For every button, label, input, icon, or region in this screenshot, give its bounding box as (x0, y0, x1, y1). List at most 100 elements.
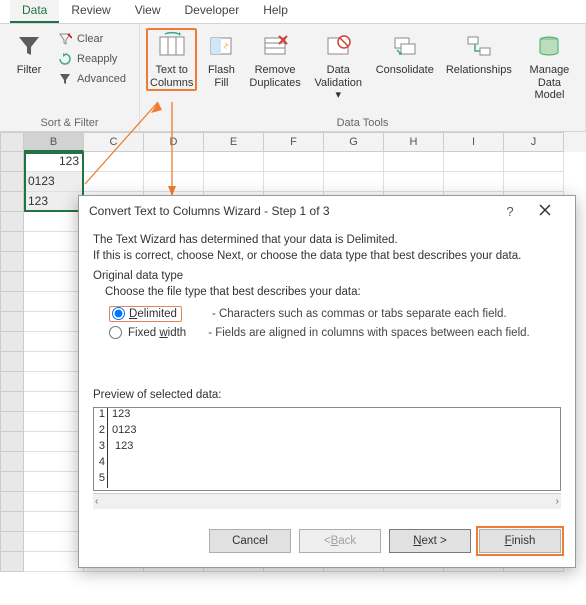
delimited-radio[interactable] (112, 307, 125, 320)
relationships-button[interactable]: Relationships (442, 28, 516, 79)
cell[interactable] (24, 212, 84, 232)
cell[interactable] (264, 172, 324, 192)
row-header[interactable] (0, 372, 24, 392)
help-button[interactable]: ? (495, 204, 525, 219)
cell[interactable] (24, 432, 84, 452)
reapply-icon (57, 51, 73, 67)
row-header[interactable] (0, 452, 24, 472)
tab-help[interactable]: Help (251, 0, 300, 23)
row-header[interactable] (0, 512, 24, 532)
row-header[interactable] (0, 432, 24, 452)
row-header[interactable] (0, 412, 24, 432)
cell[interactable] (24, 252, 84, 272)
text-to-columns-button[interactable]: Text to Columns (146, 28, 197, 91)
cell[interactable] (24, 392, 84, 412)
col-header-f[interactable]: F (264, 132, 324, 152)
reapply-button[interactable]: Reapply (53, 50, 130, 68)
group-label-datatools: Data Tools (337, 115, 389, 129)
row-header[interactable] (0, 212, 24, 232)
cell[interactable] (24, 552, 84, 572)
cell[interactable] (204, 172, 264, 192)
col-header-b[interactable]: B (24, 132, 84, 152)
cell[interactable] (144, 172, 204, 192)
cell[interactable] (24, 332, 84, 352)
cell[interactable] (24, 512, 84, 532)
row-header[interactable] (0, 272, 24, 292)
cell[interactable] (444, 152, 504, 172)
data-validation-button[interactable]: Data Validation ▾ (309, 28, 368, 104)
preview-scrollbar[interactable]: ‹› (93, 493, 561, 509)
close-button[interactable] (525, 204, 565, 219)
row-header[interactable] (0, 172, 24, 192)
cell[interactable] (24, 412, 84, 432)
cell[interactable] (24, 232, 84, 252)
col-header-g[interactable]: G (324, 132, 384, 152)
cell[interactable] (24, 472, 84, 492)
row-header[interactable] (0, 332, 24, 352)
row-header[interactable] (0, 392, 24, 412)
row-header[interactable] (0, 232, 24, 252)
row-header[interactable] (0, 352, 24, 372)
filter-button[interactable]: Filter (9, 28, 49, 79)
col-header-i[interactable]: I (444, 132, 504, 152)
tab-review[interactable]: Review (59, 0, 122, 23)
cell[interactable] (504, 152, 564, 172)
row-header[interactable] (0, 192, 24, 212)
cell[interactable] (24, 532, 84, 552)
tab-view[interactable]: View (123, 0, 173, 23)
clear-button[interactable]: Clear (53, 30, 130, 48)
cell[interactable] (324, 172, 384, 192)
cell[interactable] (24, 272, 84, 292)
advanced-label: Advanced (77, 73, 126, 85)
cell[interactable] (444, 172, 504, 192)
tab-developer[interactable]: Developer (173, 0, 252, 23)
row-header[interactable] (0, 552, 24, 572)
fixed-width-radio[interactable] (109, 326, 122, 339)
row-header[interactable] (0, 472, 24, 492)
select-all-corner[interactable] (0, 132, 24, 152)
cell[interactable] (264, 152, 324, 172)
advanced-button[interactable]: Advanced (53, 70, 130, 88)
row-header[interactable] (0, 252, 24, 272)
row-header[interactable] (0, 292, 24, 312)
col-header-d[interactable]: D (144, 132, 204, 152)
cell[interactable] (24, 312, 84, 332)
preview-row-num: 4 (94, 456, 108, 472)
col-header-h[interactable]: H (384, 132, 444, 152)
next-button[interactable]: Next > (389, 529, 471, 553)
preview-box: 1123 20123 3 123 4 5 (93, 407, 561, 491)
cell[interactable] (84, 172, 144, 192)
cell[interactable]: 0123 (24, 172, 84, 192)
row-header[interactable] (0, 532, 24, 552)
manage-data-model-button[interactable]: Manage Data Model (520, 28, 579, 104)
col-header-j[interactable]: J (504, 132, 564, 152)
text-to-columns-icon (156, 30, 188, 62)
cell[interactable] (204, 152, 264, 172)
cancel-button[interactable]: Cancel (209, 529, 291, 553)
cell[interactable] (504, 172, 564, 192)
cell[interactable] (384, 172, 444, 192)
cell[interactable] (324, 152, 384, 172)
cell[interactable] (24, 452, 84, 472)
col-header-c[interactable]: C (84, 132, 144, 152)
cell[interactable] (384, 152, 444, 172)
col-header-e[interactable]: E (204, 132, 264, 152)
cell[interactable]: 123 (24, 192, 84, 212)
tab-data[interactable]: Data (10, 0, 59, 23)
finish-button[interactable]: Finish (479, 529, 561, 553)
preview-row-val: 123 (108, 440, 133, 456)
cell[interactable] (24, 292, 84, 312)
row-header[interactable] (0, 152, 24, 172)
flash-fill-button[interactable]: Flash Fill (201, 28, 241, 91)
row-header[interactable] (0, 312, 24, 332)
cell[interactable] (24, 352, 84, 372)
remove-duplicates-button[interactable]: Remove Duplicates (245, 28, 304, 91)
cell[interactable] (84, 152, 144, 172)
row-header[interactable] (0, 492, 24, 512)
cell[interactable]: 123 (24, 152, 84, 172)
wizard-line1: The Text Wizard has determined that your… (93, 234, 561, 246)
cell[interactable] (24, 492, 84, 512)
cell[interactable] (24, 372, 84, 392)
consolidate-button[interactable]: Consolidate (372, 28, 438, 79)
cell[interactable] (144, 152, 204, 172)
